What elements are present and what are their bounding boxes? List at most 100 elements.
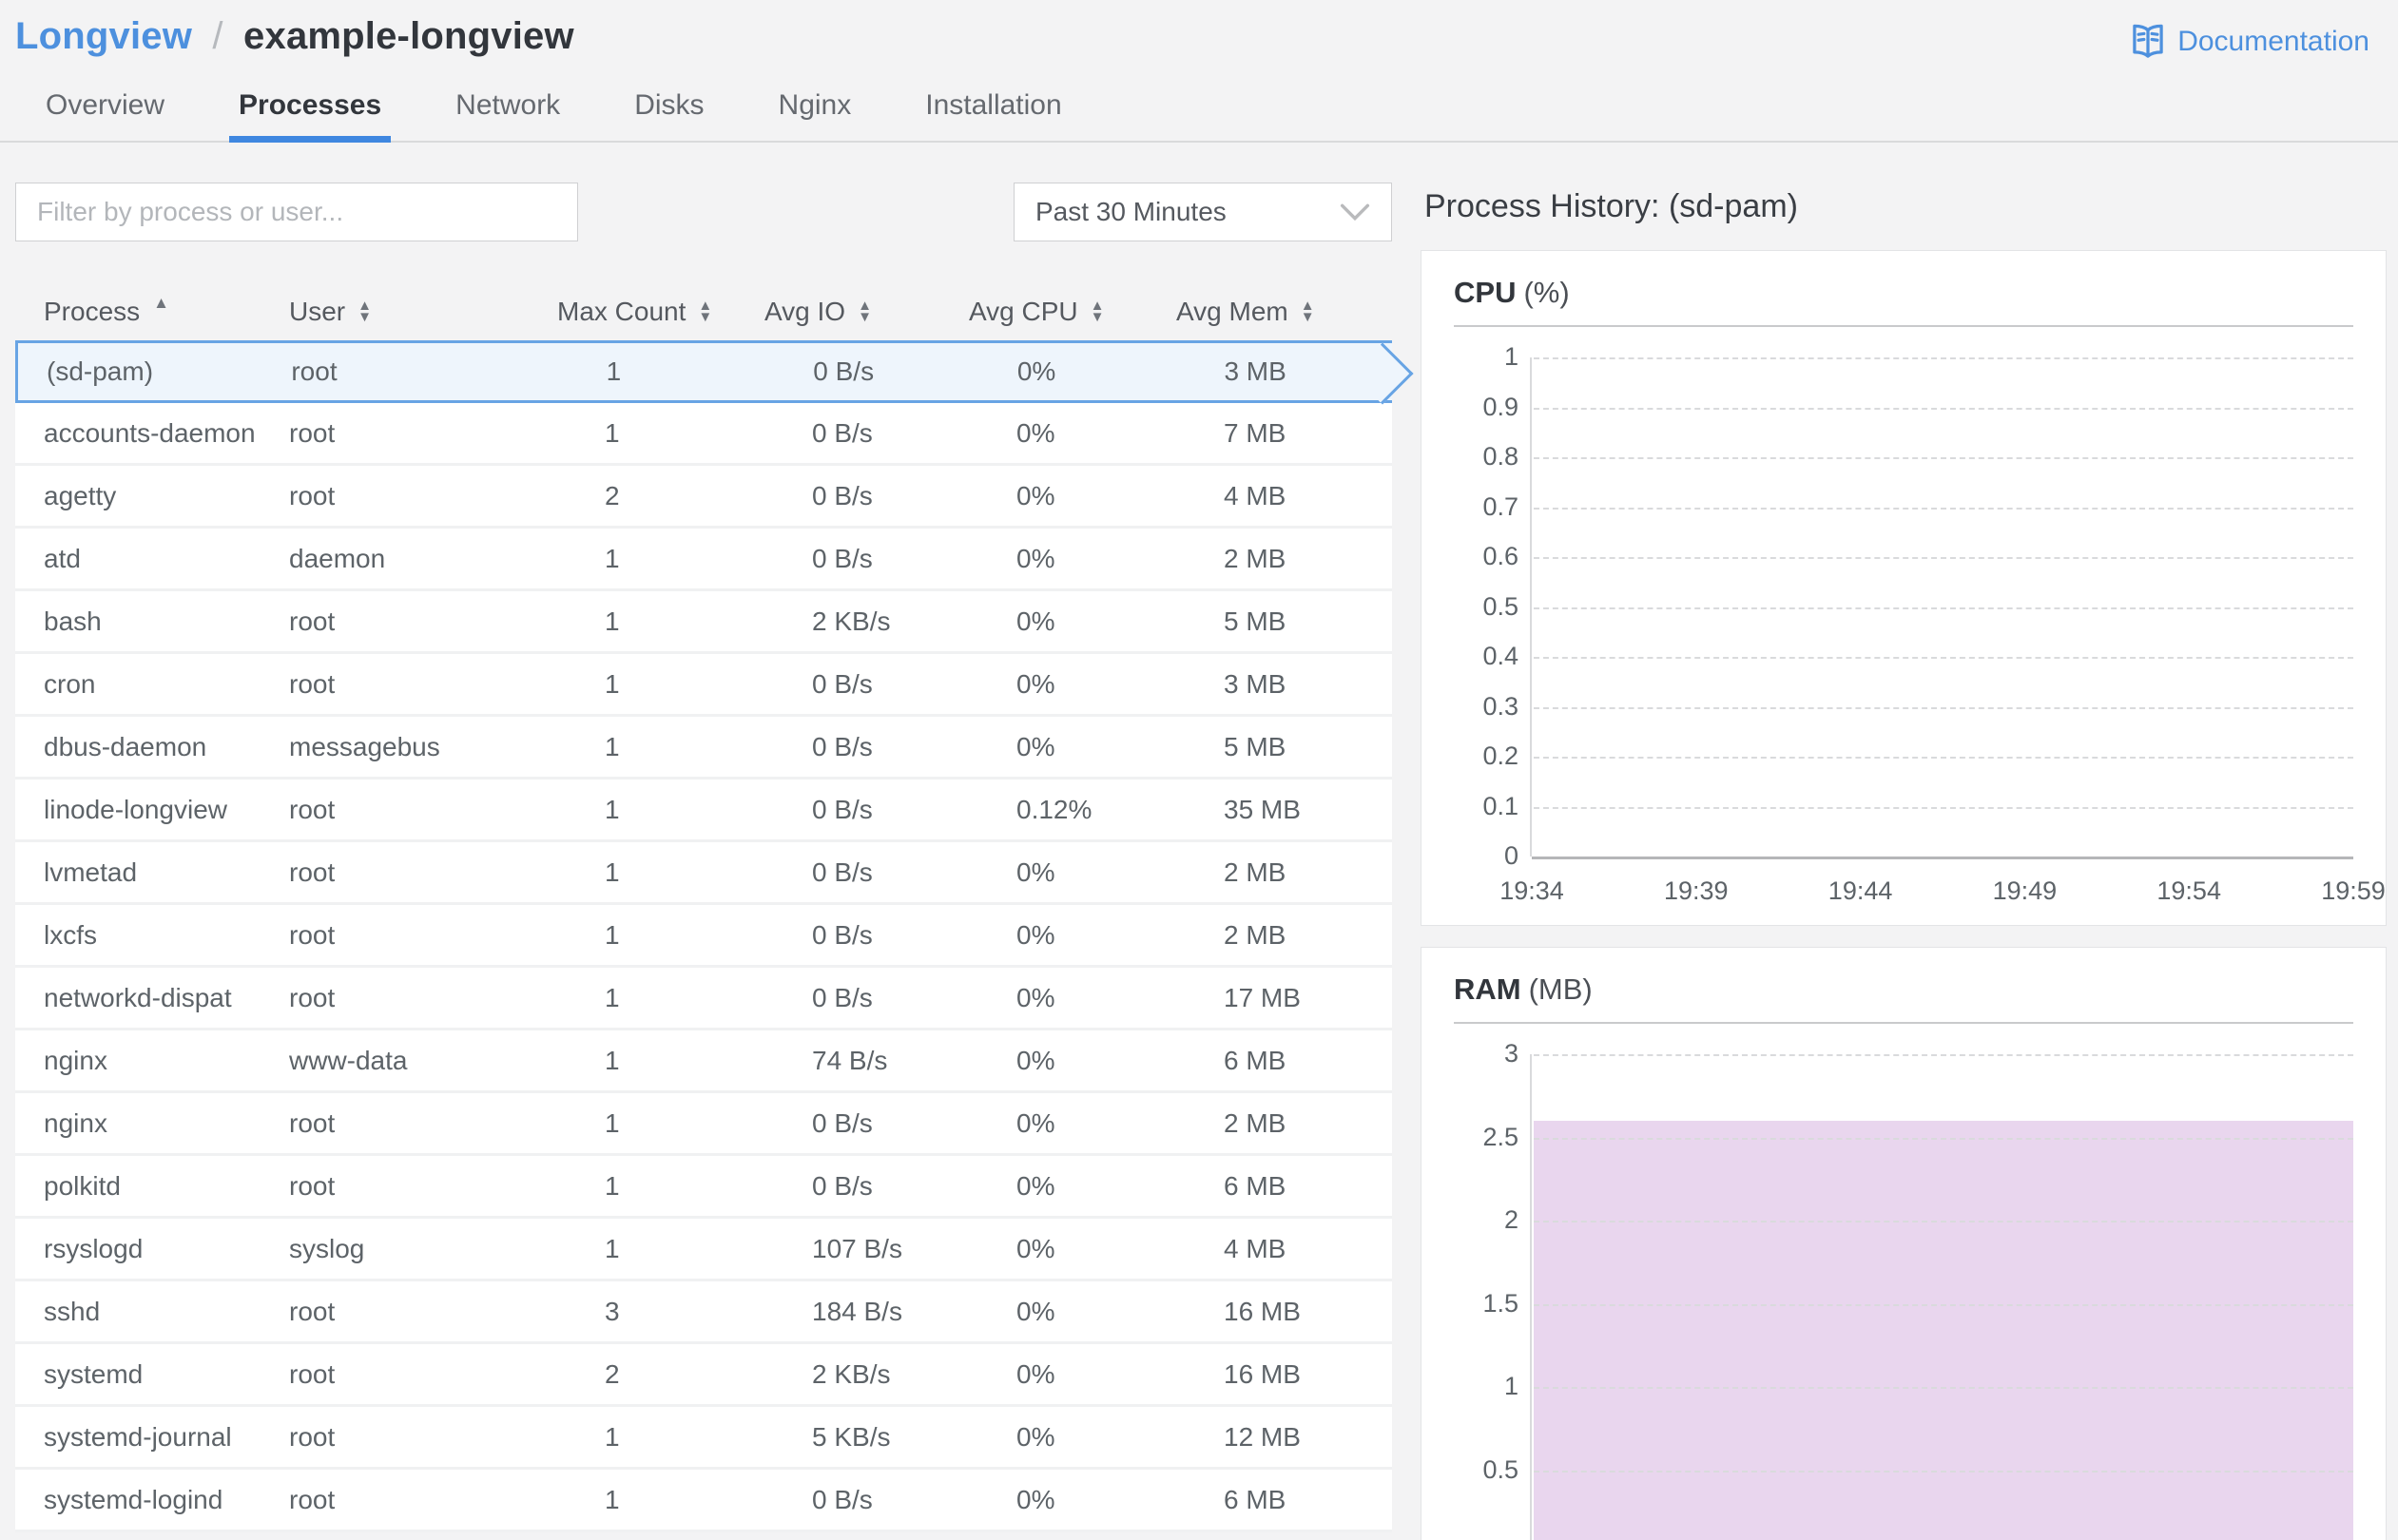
- table-row-lxcfs[interactable]: lxcfs root 1 0 B/s 0% 2 MB: [15, 905, 1392, 968]
- tab-disks[interactable]: Disks: [625, 89, 713, 141]
- gridline: [1534, 1470, 2353, 1473]
- tab-installation[interactable]: Installation: [916, 89, 1071, 141]
- table-row-linode-longview[interactable]: linode-longview root 1 0 B/s 0.12% 35 MB: [15, 780, 1392, 842]
- cell-process: bash: [44, 606, 102, 636]
- cell-avg-io: 0 B/s: [812, 417, 873, 448]
- cpu-chart-card: CPU (%) 1 0.9 0.8 0.7 0.6 0.5 0.4 0.3 0.2 0.1 0 19:3…: [1421, 250, 2387, 926]
- page-title: example-longview: [243, 15, 574, 57]
- column-header-process[interactable]: Process ▲: [15, 294, 289, 327]
- x-tick-label: 19:44: [1828, 876, 1893, 905]
- tab-network[interactable]: Network: [446, 89, 570, 141]
- cell-avg-io: 5 KB/s: [812, 1421, 891, 1452]
- y-tick-label: 3: [1503, 1038, 1518, 1068]
- cell-avg-cpu: 0%: [1016, 1170, 1055, 1201]
- table-row-accounts-daemon[interactable]: accounts-daemon root 1 0 B/s 0% 7 MB: [15, 403, 1392, 466]
- chart-unit: (%): [1523, 276, 1570, 309]
- cell-avg-cpu: 0%: [1016, 1358, 1055, 1389]
- sort-icon: ▲ ▼: [358, 298, 372, 325]
- table-row-lvmetad[interactable]: lvmetad root 1 0 B/s 0% 2 MB: [15, 842, 1392, 905]
- tab-overview[interactable]: Overview: [36, 89, 174, 141]
- cell-avg-io: 0 B/s: [812, 1107, 873, 1138]
- longview-processes-page: Longview / example-longview Documentatio…: [0, 0, 2398, 1540]
- cell-max-count: 1: [605, 1484, 620, 1514]
- cell-avg-mem: 35 MB: [1224, 794, 1301, 824]
- cell-max-count: 1: [605, 1107, 620, 1138]
- y-tick-label: 1.5: [1482, 1288, 1518, 1318]
- filter-input[interactable]: [15, 183, 578, 241]
- cell-avg-io: 0 B/s: [813, 356, 875, 386]
- cell-process: agetty: [44, 480, 117, 510]
- y-tick-label: 0.9: [1482, 392, 1518, 421]
- table-row-systemd-logind[interactable]: systemd-logind root 1 0 B/s 0% 6 MB: [15, 1470, 1392, 1532]
- cell-avg-io: 0 B/s: [812, 731, 873, 761]
- cell-avg-cpu: 0%: [1016, 543, 1055, 573]
- cell-avg-io: 0 B/s: [812, 543, 873, 573]
- x-axis-line: [1532, 857, 2353, 859]
- table-row-rsyslogd[interactable]: rsyslogd syslog 1 107 B/s 0% 4 MB: [15, 1219, 1392, 1281]
- column-header-user[interactable]: User ▲ ▼: [289, 297, 557, 327]
- table-row-nginx[interactable]: nginx root 1 0 B/s 0% 2 MB: [15, 1093, 1392, 1156]
- cell-process: cron: [44, 668, 96, 699]
- cell-avg-io: 0 B/s: [812, 857, 873, 887]
- table-row-bash[interactable]: bash root 1 2 KB/s 0% 5 MB: [15, 591, 1392, 654]
- cell-process: systemd: [44, 1358, 144, 1389]
- column-header-avg-cpu[interactable]: Avg CPU ▲ ▼: [969, 297, 1176, 327]
- y-tick-label: 0.5: [1482, 1454, 1518, 1484]
- x-tick-label: 19:34: [1499, 876, 1564, 905]
- y-tick-label: 0.3: [1482, 691, 1518, 721]
- cell-max-count: 3: [605, 1296, 620, 1326]
- table-row-polkitd[interactable]: polkitd root 1 0 B/s 0% 6 MB: [15, 1156, 1392, 1219]
- y-tick-label: 0.2: [1482, 741, 1518, 770]
- time-range-select[interactable]: Past 30 Minutes: [1014, 183, 1392, 241]
- table-body: (sd-pam) root 1 0 B/s 0% 3 MB accounts-daemon r…: [15, 340, 1414, 1532]
- cell-user: root: [289, 794, 336, 824]
- table-row-sshd[interactable]: sshd root 3 184 B/s 0% 16 MB: [15, 1281, 1392, 1344]
- table-row-agetty[interactable]: agetty root 2 0 B/s 0% 4 MB: [15, 466, 1392, 529]
- table-row-atd[interactable]: atd daemon 1 0 B/s 0% 2 MB: [15, 529, 1392, 591]
- breadcrumb-longview-link[interactable]: Longview: [15, 15, 192, 57]
- cell-user: root: [289, 857, 336, 887]
- cell-process: accounts-daemon: [44, 417, 256, 448]
- cell-max-count: 1: [605, 1170, 620, 1201]
- table-row-networkd-dispat[interactable]: networkd-dispat root 1 0 B/s 0% 17 MB: [15, 968, 1392, 1030]
- table-row-cron[interactable]: cron root 1 0 B/s 0% 3 MB: [15, 654, 1392, 717]
- gridline: [1534, 757, 2353, 759]
- cell-avg-mem: 12 MB: [1224, 1421, 1301, 1452]
- cell-max-count: 1: [606, 356, 622, 386]
- cell-avg-cpu: 0%: [1016, 1421, 1055, 1452]
- tab-processes[interactable]: Processes: [229, 89, 392, 143]
- gridline: [1534, 806, 2353, 809]
- column-label: Process: [44, 297, 141, 326]
- y-tick-label: 0: [1503, 840, 1518, 870]
- table-row-systemd[interactable]: systemd root 2 2 KB/s 0% 16 MB: [15, 1344, 1392, 1407]
- table-row-systemd-journal[interactable]: systemd-journal root 1 5 KB/s 0% 12 MB: [15, 1407, 1392, 1470]
- tab-nginx[interactable]: Nginx: [769, 89, 861, 141]
- chart-title: RAM: [1454, 972, 1521, 1006]
- cell-avg-mem: 4 MB: [1224, 1233, 1286, 1263]
- cell-max-count: 1: [605, 606, 620, 636]
- column-header-avg-io[interactable]: Avg IO ▲ ▼: [764, 297, 969, 327]
- chevron-down-icon: [1340, 202, 1370, 221]
- cell-user: root: [289, 1421, 336, 1452]
- table-row-dbus-daemon[interactable]: dbus-daemon messagebus 1 0 B/s 0% 5 MB: [15, 717, 1392, 780]
- sort-icon: ▲ ▼: [1090, 298, 1105, 325]
- cell-user: root: [289, 606, 336, 636]
- cell-avg-mem: 2 MB: [1224, 857, 1286, 887]
- cell-process: systemd-logind: [44, 1484, 223, 1514]
- cell-avg-cpu: 0%: [1016, 919, 1055, 950]
- cell-avg-io: 74 B/s: [812, 1045, 888, 1075]
- tab-bar: Overview Processes Network Disks Nginx Instal…: [0, 89, 2398, 143]
- column-header-avg-mem[interactable]: Avg Mem ▲ ▼: [1176, 297, 1392, 327]
- column-header-max-count[interactable]: Max Count ▲ ▼: [557, 297, 764, 327]
- table-row-sd-pam[interactable]: (sd-pam) root 1 0 B/s 0% 3 MB: [15, 340, 1414, 405]
- table-row-nginx[interactable]: nginx www-data 1 74 B/s 0% 6 MB: [15, 1030, 1392, 1093]
- documentation-link[interactable]: Documentation: [2126, 23, 2369, 61]
- cell-max-count: 2: [605, 1358, 620, 1389]
- gridline: [1534, 407, 2353, 410]
- cell-avg-io: 2 KB/s: [812, 1358, 891, 1389]
- ram-chart-card: RAM(MB) 32.521.510.5019:3119:3619:4119:4…: [1421, 947, 2387, 1540]
- cell-avg-mem: 2 MB: [1224, 919, 1286, 950]
- cell-process: lvmetad: [44, 857, 138, 887]
- y-tick-label: 0.5: [1482, 591, 1518, 621]
- cell-avg-mem: 6 MB: [1224, 1484, 1286, 1514]
